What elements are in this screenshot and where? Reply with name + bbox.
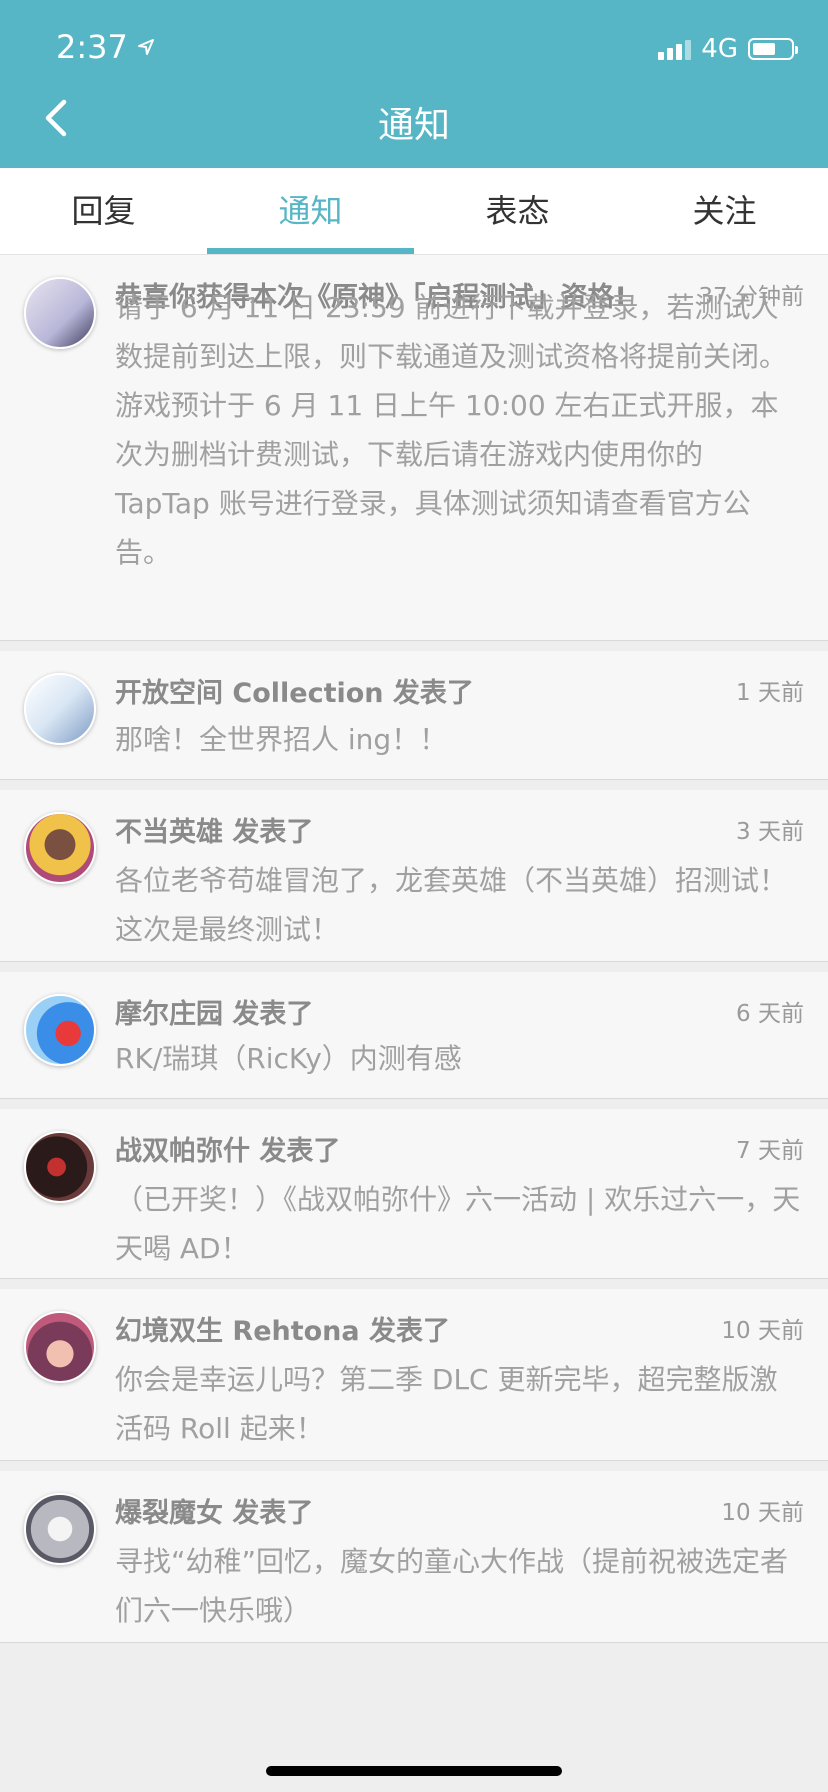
tab-replies[interactable]: 回复: [0, 168, 207, 254]
notification-title: 摩尔庄园 发表了: [115, 999, 314, 1030]
notification-title: 开放空间 Collection 发表了: [115, 678, 474, 709]
notification-item[interactable]: 恭喜你获得本次《原神》「启程测试」资格! 37 分钟前 请于 6 月 11 日 …: [0, 255, 828, 641]
tab-notifications[interactable]: 通知: [207, 168, 414, 254]
notification-title: 战双帕弥什 发表了: [115, 1136, 341, 1167]
location-arrow-icon: [137, 39, 154, 55]
tab-following[interactable]: 关注: [621, 168, 828, 254]
notification-time: 10 天前: [721, 1318, 804, 1344]
app-header: 2:37 4G 通知: [0, 0, 828, 168]
avatar: [24, 1493, 96, 1565]
notification-item[interactable]: 爆裂魔女 发表了 10 天前 寻找“幼稚”回忆，魔女的童心大作战（提前祝被选定者…: [0, 1471, 828, 1643]
notification-time: 7 天前: [736, 1138, 804, 1164]
status-time: 2:37: [56, 28, 128, 66]
notification-item[interactable]: 不当英雄 发表了 3 天前 各位老爷苟雄冒泡了，龙套英雄（不当英雄）招测试！这次…: [0, 790, 828, 962]
notification-time: 10 天前: [721, 1500, 804, 1526]
notification-body: RK/瑞琪（RicKy）内测有感: [115, 1042, 462, 1075]
notification-body: 你会是幸运儿吗？第二季 DLC 更新完毕，超完整版激活码 Roll 起来！: [115, 1363, 778, 1445]
notification-time: 3 天前: [736, 819, 804, 845]
avatar: [24, 812, 96, 884]
notification-time: 1 天前: [736, 680, 804, 706]
page-title: 通知: [377, 105, 450, 146]
avatar: [24, 1131, 96, 1203]
status-indicators: 4G: [658, 34, 798, 64]
notification-item[interactable]: 开放空间 Collection 发表了 1 天前 那啥！全世界招人 ing！！: [0, 651, 828, 780]
status-time-group: 2:37: [56, 28, 156, 66]
notification-item[interactable]: 战双帕弥什 发表了 7 天前 （已开奖！）《战双帕弥什》六一活动 | 欢乐过六一…: [0, 1109, 828, 1279]
notification-list: 恭喜你获得本次《原神》「启程测试」资格! 37 分钟前 请于 6 月 11 日 …: [0, 255, 828, 1653]
notification-item[interactable]: 摩尔庄园 发表了 6 天前 RK/瑞琪（RicKy）内测有感: [0, 972, 828, 1099]
notification-body: （已开奖！）《战双帕弥什》六一活动 | 欢乐过六一，天天喝 AD！: [115, 1183, 801, 1265]
notification-body: 那啥！全世界招人 ing！！: [115, 723, 448, 756]
notification-title: 不当英雄 发表了: [115, 817, 314, 848]
avatar: [24, 673, 96, 745]
signal-icon: [658, 38, 692, 60]
notification-item[interactable]: 幻境双生 Rehtona 发表了 10 天前 你会是幸运儿吗？第二季 DLC 更…: [0, 1289, 828, 1461]
avatar: [24, 277, 96, 349]
notification-title: 爆裂魔女 发表了: [115, 1498, 314, 1529]
tab-bar: 回复 通知 表态 关注: [0, 168, 828, 255]
avatar: [24, 1311, 96, 1383]
battery-icon: [748, 38, 798, 60]
network-label: 4G: [701, 34, 738, 64]
notification-body: 各位老爷苟雄冒泡了，龙套英雄（不当英雄）招测试！这次是最终测试！: [115, 864, 788, 946]
home-indicator[interactable]: [266, 1766, 562, 1776]
notification-title: 幻境双生 Rehtona 发表了: [115, 1316, 451, 1347]
avatar: [24, 994, 96, 1066]
tab-reactions[interactable]: 表态: [414, 168, 621, 254]
notification-time: 6 天前: [736, 1001, 804, 1027]
notification-body: 寻找“幼稚”回忆，魔女的童心大作战（提前祝被选定者们六一快乐哦）: [115, 1545, 789, 1627]
notification-body: 请于 6 月 11 日 23:59 前进行下载并登录，若测试人数提前到达上限，则…: [115, 291, 788, 569]
